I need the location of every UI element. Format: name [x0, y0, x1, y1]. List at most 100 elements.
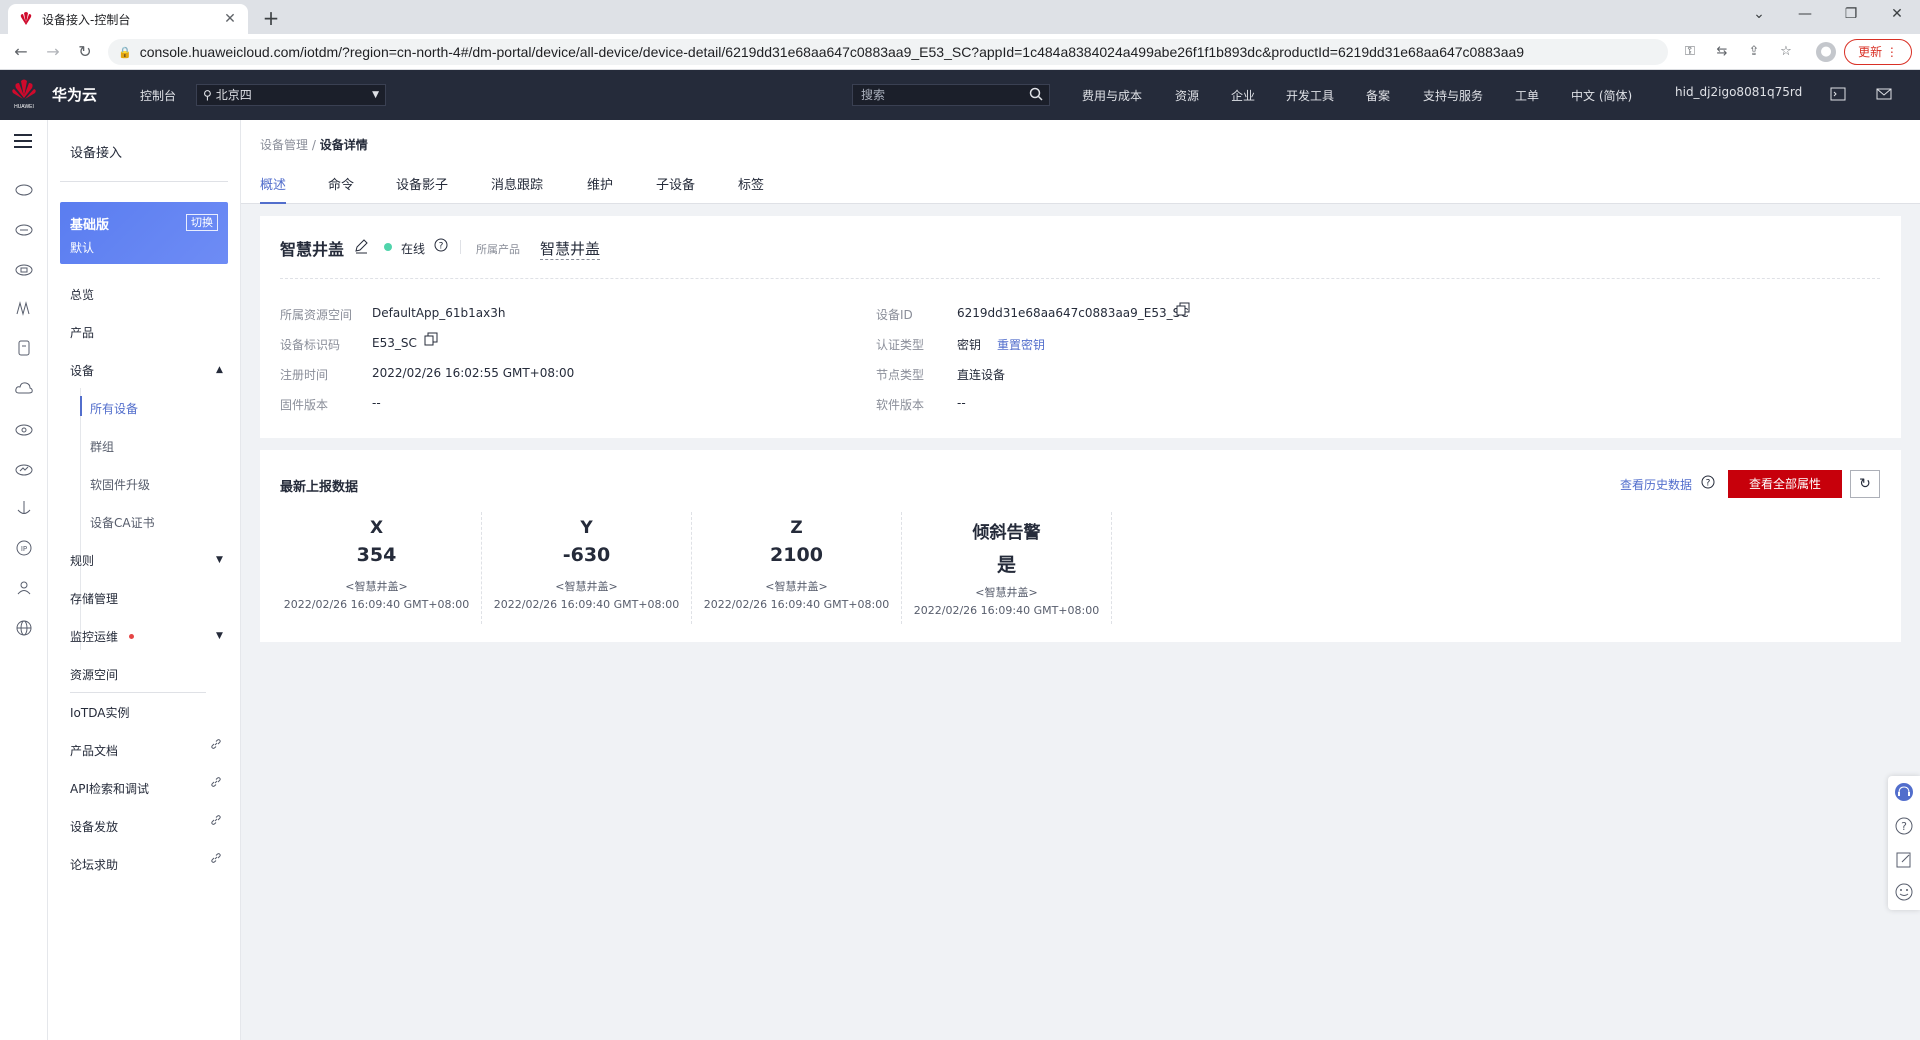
sidebar-item-monitor[interactable]: 监控运维 — [70, 628, 118, 645]
menu-hamburger-icon[interactable] — [14, 134, 32, 148]
tab-shadow[interactable]: 设备影子 — [396, 174, 448, 202]
tab-child-devices[interactable]: 子设备 — [656, 174, 695, 202]
cloud-service-icon[interactable] — [14, 178, 34, 198]
switch-edition-button[interactable]: 切换 — [186, 214, 218, 231]
sidebar-item-resource-space[interactable]: 资源空间 — [70, 666, 118, 683]
forward-button[interactable]: → — [40, 40, 66, 64]
search-input[interactable]: 搜索 — [852, 84, 1050, 106]
product-link[interactable]: 智慧井盖 — [540, 238, 601, 260]
customer-service-icon[interactable] — [1894, 782, 1914, 802]
external-link-icon[interactable] — [210, 852, 222, 864]
copy-icon[interactable] — [1176, 302, 1190, 316]
back-button[interactable]: ← — [8, 40, 34, 64]
translate-icon[interactable]: ⇆ — [1712, 42, 1732, 62]
nav-billing[interactable]: 费用与成本 — [1082, 87, 1142, 104]
address-bar[interactable]: 🔒 console.huaweicloud.com/iotdm/?region=… — [108, 39, 1668, 65]
help-question-icon[interactable]: ? — [1701, 475, 1715, 489]
sidebar-item-all-devices[interactable]: 所有设备 — [90, 400, 138, 417]
sidebar-item-firmware[interactable]: 软固件升级 — [90, 476, 150, 493]
help-icon[interactable]: ? — [1894, 816, 1914, 836]
sidebar-item-iotda-instance[interactable]: IoTDA实例 — [70, 704, 129, 721]
cloud-server-icon[interactable] — [14, 218, 34, 238]
copy-icon[interactable] — [424, 332, 438, 346]
region-selector[interactable]: ⚲ 北京四 ▼ — [196, 84, 386, 106]
sidebar-item-ca-cert[interactable]: 设备CA证书 — [90, 514, 155, 531]
search-icon[interactable] — [1029, 87, 1043, 101]
nav-tickets[interactable]: 工单 — [1515, 87, 1539, 104]
people-icon[interactable] — [14, 578, 34, 598]
cloud-storage-icon[interactable] — [14, 258, 34, 278]
sidebar-item-device[interactable]: 设备 — [70, 362, 94, 379]
divider — [60, 181, 228, 182]
cloud-icon[interactable] — [14, 378, 34, 398]
reload-button[interactable]: ↻ — [72, 40, 98, 64]
chevron-up-icon[interactable]: ▲ — [216, 365, 223, 375]
sidebar-item-storage[interactable]: 存储管理 — [70, 590, 118, 607]
device-icon[interactable] — [14, 338, 34, 358]
nav-user[interactable]: hid_dj2igo8081q75rd — [1675, 85, 1802, 99]
nav-resources[interactable]: 资源 — [1175, 87, 1199, 104]
refresh-icon[interactable]: ↻ — [1850, 470, 1880, 498]
globe-icon[interactable] — [14, 618, 34, 638]
view-all-properties-button[interactable]: 查看全部属性 — [1728, 470, 1842, 498]
sidebar-item-rules[interactable]: 规则 — [70, 552, 94, 569]
url-text[interactable]: console.huaweicloud.com/iotdm/?region=cn… — [140, 44, 1668, 60]
key-icon[interactable]: ⚿ — [1680, 42, 1700, 62]
latest-data-card: 最新上报数据 查看历史数据 ? 查看全部属性 ↻ X 354 <智慧井盖> 20… — [260, 450, 1901, 642]
message-icon[interactable] — [1874, 84, 1894, 104]
tab-overview[interactable]: 概述 — [260, 174, 287, 204]
nav-enterprise[interactable]: 企业 — [1231, 87, 1255, 104]
sidebar-item-overview[interactable]: 总览 — [70, 286, 94, 303]
external-link-icon[interactable] — [210, 776, 222, 788]
restore-button[interactable]: ❐ — [1828, 0, 1874, 30]
sidebar-item-product-docs[interactable]: 产品文档 — [70, 742, 118, 759]
help-question-icon[interactable]: ? — [434, 238, 448, 252]
sidebar-item-product[interactable]: 产品 — [70, 324, 94, 341]
device-identifier-label: 设备标识码 — [280, 338, 341, 352]
breadcrumb-parent[interactable]: 设备管理 — [260, 138, 308, 152]
tab-commands[interactable]: 命令 — [328, 174, 354, 202]
console-link[interactable]: 控制台 — [140, 87, 176, 104]
chevron-down-icon[interactable]: ▼ — [216, 555, 223, 565]
feedback-edit-icon[interactable] — [1894, 850, 1914, 870]
brand-name[interactable]: 华为云 — [52, 84, 97, 105]
profile-avatar-icon[interactable]: ● — [1816, 42, 1836, 62]
bookmark-star-icon[interactable]: ☆ — [1776, 42, 1796, 62]
close-window-button[interactable]: ✕ — [1874, 0, 1920, 30]
floating-help-bar: ? — [1888, 776, 1920, 910]
nav-language[interactable]: 中文 (简体) — [1571, 87, 1632, 104]
tab-close-icon[interactable]: ✕ — [222, 11, 238, 27]
huawei-logo-icon[interactable]: HUAWEI — [10, 78, 38, 110]
edition-card[interactable]: 基础版 默认 切换 — [60, 202, 228, 264]
edit-pencil-icon[interactable] — [353, 238, 369, 254]
browser-tab[interactable]: 设备接入-控制台 ✕ — [8, 4, 248, 34]
anchor-icon[interactable] — [14, 498, 34, 518]
sidebar-item-group[interactable]: 群组 — [90, 438, 114, 455]
cloud-network-icon[interactable] — [14, 418, 34, 438]
minimize-button[interactable]: — — [1782, 0, 1828, 30]
external-link-icon[interactable] — [210, 814, 222, 826]
nav-icp[interactable]: 备案 — [1366, 87, 1390, 104]
cloud-shell-icon[interactable] — [1828, 84, 1848, 104]
nav-devtools[interactable]: 开发工具 — [1286, 87, 1334, 104]
tab-search-icon[interactable]: ⌄ — [1736, 0, 1782, 30]
external-link-icon[interactable] — [210, 738, 222, 750]
reset-key-link[interactable]: 重置密钥 — [997, 336, 1045, 353]
metric-time: 2022/02/26 16:09:40 GMT+08:00 — [913, 604, 1100, 617]
new-tab-button[interactable]: + — [258, 6, 284, 32]
chevron-down-icon[interactable]: ▼ — [216, 631, 223, 641]
sidebar-item-api-explorer[interactable]: API检索和调试 — [70, 780, 149, 797]
cloud-monitor-icon[interactable] — [14, 458, 34, 478]
share-icon[interactable]: ⇪ — [1744, 42, 1764, 62]
history-data-link[interactable]: 查看历史数据 — [1620, 476, 1692, 493]
tab-maintenance[interactable]: 维护 — [587, 174, 613, 202]
update-button[interactable]: 更新 ⋮ — [1844, 39, 1912, 65]
nav-support[interactable]: 支持与服务 — [1423, 87, 1483, 104]
tab-message-trace[interactable]: 消息跟踪 — [491, 174, 543, 202]
ip-icon[interactable]: IP — [14, 538, 34, 558]
smiley-icon[interactable] — [1894, 882, 1914, 902]
sidebar-item-forum[interactable]: 论坛求助 — [70, 856, 118, 873]
sidebar-item-device-provision[interactable]: 设备发放 — [70, 818, 118, 835]
analytics-icon[interactable] — [14, 298, 34, 318]
tab-tags[interactable]: 标签 — [738, 174, 764, 202]
